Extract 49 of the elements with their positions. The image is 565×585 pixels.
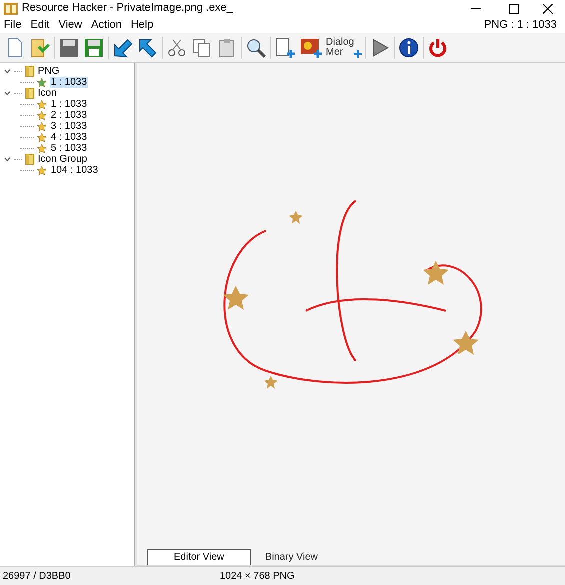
menu-item[interactable]: Action [91, 16, 122, 34]
view-tab[interactable]: Editor View [147, 549, 252, 565]
copy-icon[interactable] [191, 36, 213, 58]
tree-item[interactable]: Icon [38, 88, 57, 99]
star-icon [37, 132, 47, 142]
arrow-up-left-icon[interactable] [137, 36, 159, 58]
expand-caret-icon[interactable] [4, 68, 11, 75]
dialog-menu-button[interactable]: Dialog Mer [326, 38, 362, 58]
tree-item[interactable]: PNG [38, 66, 60, 77]
folder-icon [25, 88, 35, 99]
window-title: Resource Hacker - PrivateImage.png .exe_ [22, 1, 233, 16]
power-icon[interactable] [427, 36, 450, 58]
star-icon [37, 122, 47, 132]
tree-item[interactable]: Icon Group [38, 154, 88, 165]
view-tab[interactable]: Binary View [251, 549, 332, 565]
arrow-down-left-icon[interactable] [112, 36, 134, 58]
folder-icon [25, 66, 35, 77]
expand-caret-icon[interactable] [4, 90, 11, 97]
expand-caret-icon[interactable] [4, 156, 11, 163]
tree-item[interactable]: 3 : 1033 [50, 121, 88, 132]
tree-item[interactable]: 5 : 1033 [50, 143, 88, 154]
menu-item[interactable]: Help [130, 16, 154, 34]
menu-item[interactable]: File [4, 16, 22, 34]
add-page-icon[interactable] [274, 36, 296, 58]
star-icon [37, 110, 47, 120]
tree-item[interactable]: 1 : 1033 [50, 99, 88, 110]
status-text: 26997 / D3BB0 [2, 570, 72, 584]
info-icon[interactable] [398, 36, 420, 58]
menu-item[interactable]: Edit [30, 16, 50, 34]
status-text: 1024 × 768 PNG [220, 570, 295, 584]
search-icon[interactable] [245, 36, 267, 58]
app-logo-icon [4, 2, 18, 14]
save-icon[interactable] [58, 36, 80, 58]
close-icon[interactable] [543, 4, 553, 14]
save-as-icon[interactable] [83, 36, 105, 58]
maximize-icon[interactable] [509, 4, 519, 14]
folder-icon [25, 154, 35, 165]
tree-item[interactable]: 4 : 1033 [50, 132, 88, 143]
tree-item[interactable]: 2 : 1033 [50, 110, 88, 121]
tree-item[interactable]: 1 : 1033 [50, 77, 88, 88]
star-icon [37, 100, 47, 110]
plus-icon [354, 50, 362, 58]
star-icon [37, 144, 47, 154]
tree-item[interactable]: 104 : 1033 [50, 165, 100, 176]
star-icon [37, 166, 47, 176]
menu-item[interactable]: View [58, 16, 82, 34]
resource-path-label: PNG : 1 : 1033 [484, 18, 557, 33]
star-icon [37, 78, 47, 88]
add-image-icon[interactable] [299, 36, 323, 58]
